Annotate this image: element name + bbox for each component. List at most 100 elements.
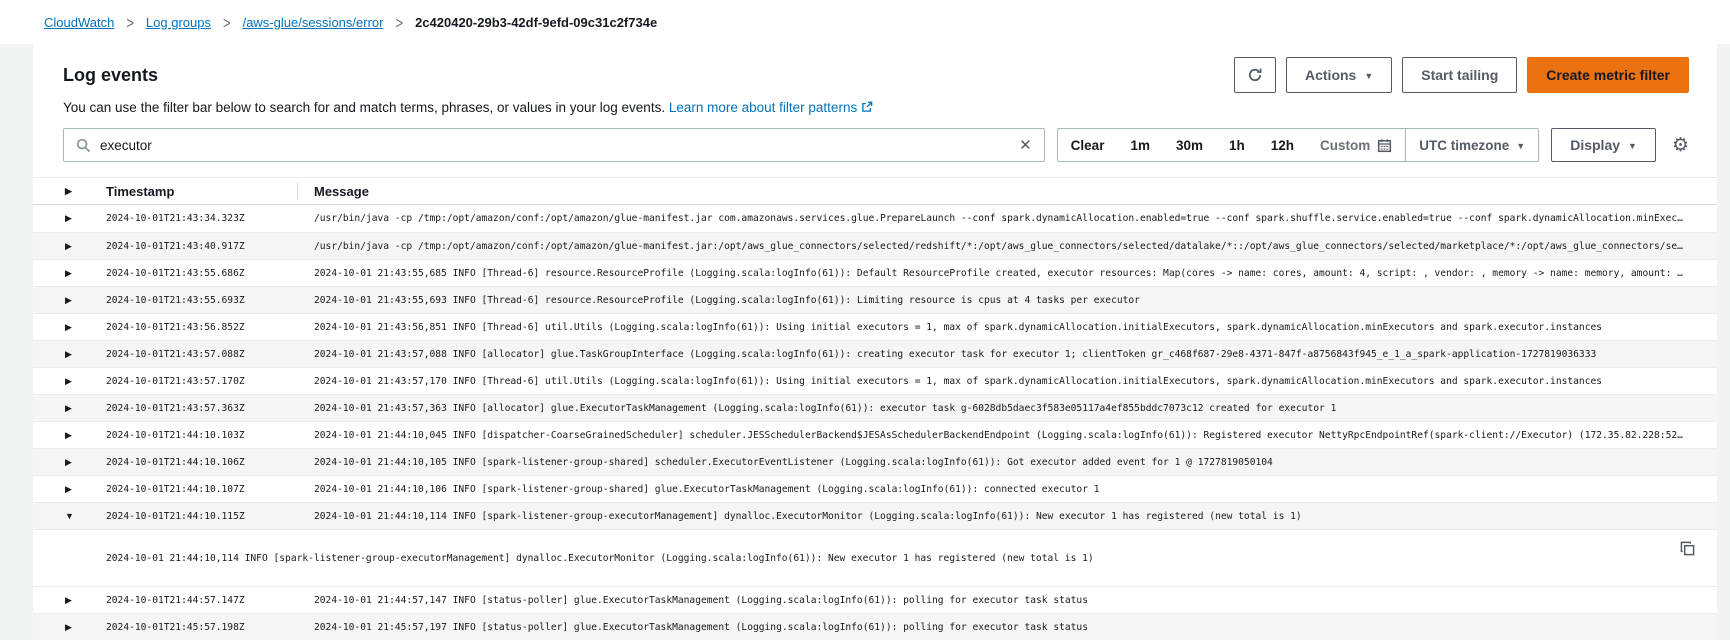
expander-icon: ▶ [65,484,72,494]
table-row[interactable]: ▶ 2024-10-01T21:44:10.103Z 2024-10-01 21… [33,421,1717,448]
table-row[interactable]: ▶ 2024-10-01T21:43:56.852Z 2024-10-01 21… [33,313,1717,340]
chevron-down-icon: ▼ [1516,142,1525,151]
row-expander[interactable]: ▶ [33,350,106,359]
expander-icon: ▶ [65,295,72,305]
external-link-icon [861,101,873,113]
table-row[interactable]: ▶ 2024-10-01T21:45:57.198Z 2024-10-01 21… [33,613,1717,640]
close-icon[interactable]: ✕ [1019,138,1032,153]
row-expander[interactable]: ▼ [33,512,106,521]
expand-all-header[interactable]: ▶ [33,187,106,196]
log-events-table: ▶ Timestamp Message ▶ 2024-10-01T21:43:3… [33,177,1717,640]
learn-more-link[interactable]: Learn more about filter patterns [669,100,857,115]
expanded-log-detail: 2024-10-01 21:44:10,114 INFO [spark-list… [33,529,1717,586]
table-row[interactable]: ▼ 2024-10-01T21:44:10.115Z 2024-10-01 21… [33,502,1717,529]
row-expander[interactable]: ▶ [33,377,106,386]
row-expander[interactable]: ▶ [33,485,106,494]
breadcrumb-log-group-name[interactable]: /aws-glue/sessions/error [243,15,384,30]
message-column-header: Message [298,184,1717,199]
row-expander[interactable]: ▶ [33,596,106,605]
table-header: ▶ Timestamp Message [33,178,1717,205]
row-expander[interactable]: ▶ [33,242,106,251]
expander-icon: ▶ [65,213,72,223]
row-expander[interactable]: ▶ [33,431,106,440]
log-message: 2024-10-01 21:44:10,114 INFO [spark-list… [314,511,1717,522]
copy-icon[interactable] [1680,541,1695,556]
expander-icon: ▶ [65,376,72,386]
time-range-custom[interactable]: Custom [1307,138,1405,153]
row-expander[interactable]: ▶ [33,404,106,413]
table-row[interactable]: ▶ 2024-10-01T21:44:57.147Z 2024-10-01 21… [33,586,1717,613]
log-timestamp: 2024-10-01T21:44:10.115Z [106,511,314,522]
expanded-log-text: 2024-10-01 21:44:10,114 INFO [spark-list… [106,553,1094,564]
time-range-clear[interactable]: Clear [1058,138,1118,153]
log-timestamp: 2024-10-01T21:43:57.088Z [106,349,314,360]
log-message: 2024-10-01 21:44:10,045 INFO [dispatcher… [314,430,1717,441]
breadcrumb-separator: > [395,12,403,32]
breadcrumb-log-groups[interactable]: Log groups [146,15,211,30]
log-timestamp: 2024-10-01T21:44:57.147Z [106,595,314,606]
log-message: 2024-10-01 21:43:57,363 INFO [allocator]… [314,403,1717,414]
breadcrumb-log-stream-name: 2c420420-29b3-42df-9efd-09c31c2f734e [415,15,657,30]
expander-icon: ▶ [65,349,72,359]
display-dropdown[interactable]: Display ▼ [1551,128,1656,162]
time-range-12h[interactable]: 12h [1258,138,1307,153]
search-input[interactable] [100,138,1010,153]
log-message: 2024-10-01 21:44:57,147 INFO [status-pol… [314,595,1717,606]
log-timestamp: 2024-10-01T21:45:57.198Z [106,622,314,633]
expander-icon: ▶ [65,595,72,605]
breadcrumb-cloudwatch[interactable]: CloudWatch [44,15,114,30]
expander-icon: ▶ [65,430,72,440]
table-row[interactable]: ▶ 2024-10-01T21:43:34.323Z /usr/bin/java… [33,205,1717,232]
timestamp-column-header: Timestamp [106,184,297,199]
log-timestamp: 2024-10-01T21:43:55.693Z [106,295,314,306]
expander-icon: ▶ [65,403,72,413]
calendar-icon [1377,138,1392,153]
table-row[interactable]: ▶ 2024-10-01T21:43:40.917Z /usr/bin/java… [33,232,1717,259]
time-range-control: Clear 1m 30m 1h 12h Custom UTC timezone … [1057,128,1540,162]
chevron-down-icon: ▼ [1628,142,1637,151]
refresh-icon [1247,67,1263,83]
expander-icon: ▶ [65,322,72,332]
row-expander[interactable]: ▶ [33,296,106,305]
row-expander[interactable]: ▶ [33,269,106,278]
create-metric-filter-button[interactable]: Create metric filter [1527,57,1689,93]
actions-button[interactable]: Actions ▼ [1286,57,1392,93]
table-row[interactable]: ▶ 2024-10-01T21:43:57.363Z 2024-10-01 21… [33,394,1717,421]
table-row[interactable]: ▶ 2024-10-01T21:44:10.106Z 2024-10-01 21… [33,448,1717,475]
table-row[interactable]: ▶ 2024-10-01T21:43:55.686Z 2024-10-01 21… [33,259,1717,286]
time-range-30m[interactable]: 30m [1163,138,1216,153]
row-expander[interactable]: ▶ [33,623,106,632]
log-message: 2024-10-01 21:43:55,685 INFO [Thread-6] … [314,268,1717,279]
log-message: 2024-10-01 21:43:57,088 INFO [allocator]… [314,349,1717,360]
log-timestamp: 2024-10-01T21:43:55.686Z [106,268,314,279]
log-timestamp: 2024-10-01T21:43:57.170Z [106,376,314,387]
table-row[interactable]: ▶ 2024-10-01T21:43:57.170Z 2024-10-01 21… [33,367,1717,394]
table-row[interactable]: ▶ 2024-10-01T21:43:57.088Z 2024-10-01 21… [33,340,1717,367]
time-range-1h[interactable]: 1h [1216,138,1258,153]
page-title: Log events [63,65,158,86]
log-timestamp: 2024-10-01T21:43:57.363Z [106,403,314,414]
refresh-button[interactable] [1234,57,1276,93]
log-message: /usr/bin/java -cp /tmp:/opt/amazon/conf:… [314,241,1717,252]
row-expander[interactable]: ▶ [33,458,106,467]
log-message: 2024-10-01 21:45:57,197 INFO [status-pol… [314,622,1717,633]
table-row[interactable]: ▶ 2024-10-01T21:44:10.107Z 2024-10-01 21… [33,475,1717,502]
time-range-1m[interactable]: 1m [1117,138,1163,153]
breadcrumb-separator: > [126,12,134,32]
log-events-panel: Log events Actions ▼ Start tailing Creat… [33,44,1717,635]
gear-icon[interactable]: ⚙ [1672,134,1689,156]
filter-search-box[interactable]: ✕ [63,128,1045,162]
row-expander[interactable]: ▶ [33,323,106,332]
start-tailing-button[interactable]: Start tailing [1402,57,1517,93]
log-message: 2024-10-01 21:43:57,170 INFO [Thread-6] … [314,376,1717,387]
row-expander[interactable]: ▶ [33,214,106,223]
expander-icon: ▶ [65,457,72,467]
log-timestamp: 2024-10-01T21:44:10.106Z [106,457,314,468]
timezone-dropdown[interactable]: UTC timezone ▼ [1406,138,1538,153]
expander-icon: ▶ [65,622,72,632]
log-message: 2024-10-01 21:44:10,105 INFO [spark-list… [314,457,1717,468]
expander-icon: ▶ [65,241,72,251]
expander-icon: ▶ [65,268,72,278]
log-message: 2024-10-01 21:43:56,851 INFO [Thread-6] … [314,322,1717,333]
table-row[interactable]: ▶ 2024-10-01T21:43:55.693Z 2024-10-01 21… [33,286,1717,313]
